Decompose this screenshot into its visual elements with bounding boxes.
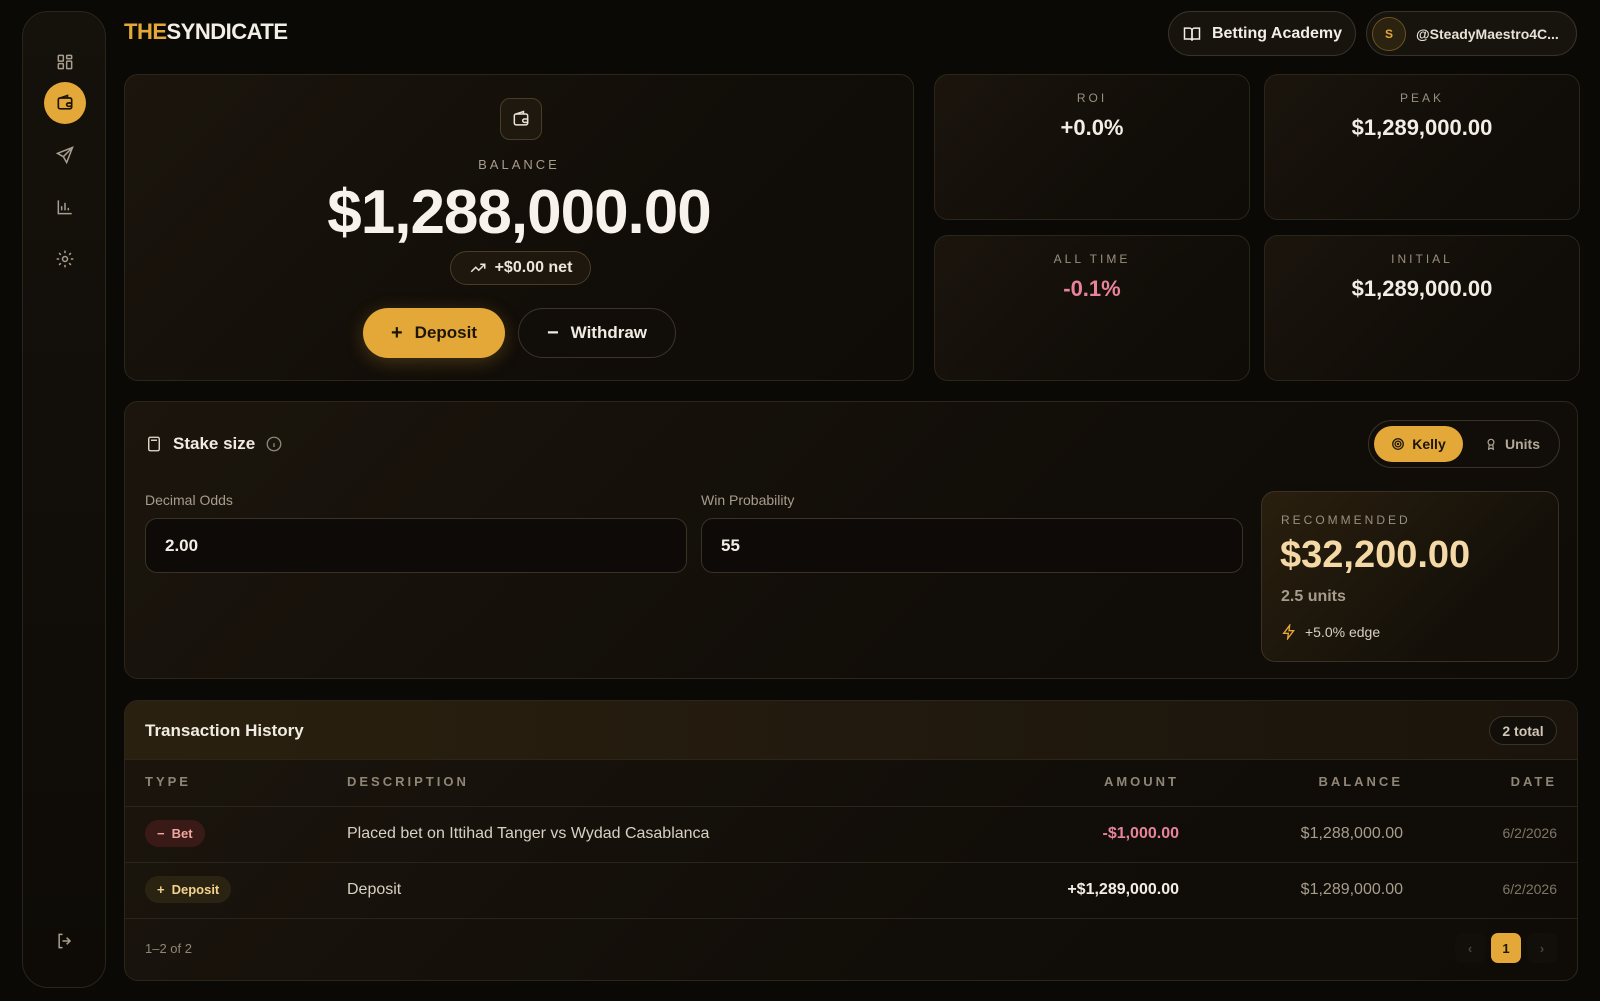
page-button-1[interactable]: 1: [1491, 933, 1521, 963]
award-icon: [1487, 438, 1495, 451]
stat-roi: ROI +0.0%: [934, 74, 1250, 220]
bar-chart-icon: [57, 200, 72, 215]
recommended-amount: $32,200.00: [1280, 534, 1471, 576]
net-change-badge: +$0.00 net: [450, 251, 591, 285]
decimal-odds-input[interactable]: [145, 518, 687, 573]
transaction-header: Transaction History 2 total: [125, 701, 1577, 760]
stat-all-time: ALL TIME -0.1%: [934, 235, 1250, 381]
column-description: DESCRIPTION: [347, 774, 469, 789]
balance-value: $1,288,000.00: [327, 178, 712, 247]
wallet-badge: [500, 98, 542, 140]
target-icon: [1392, 438, 1405, 450]
type-badge-deposit: + Deposit: [145, 876, 232, 903]
betting-academy-button[interactable]: Betting Academy: [1168, 11, 1356, 56]
calculator-icon: [148, 436, 160, 452]
column-amount: AMOUNT: [1103, 774, 1179, 789]
brand-logo[interactable]: THESYNDICATE: [124, 19, 288, 45]
nav-analytics[interactable]: [44, 186, 86, 228]
recommended-stake-card: RECOMMENDED $32,200.00 2.5 units +5.0% e…: [1261, 491, 1559, 662]
stake-mode-toggle: Kelly Units: [1368, 420, 1560, 468]
plus-icon: +: [390, 322, 403, 344]
next-page-button[interactable]: ›: [1527, 933, 1557, 963]
info-icon[interactable]: [265, 435, 283, 453]
book-icon: [1183, 26, 1201, 41]
nav-send[interactable]: [44, 134, 86, 176]
sidebar: [22, 11, 106, 988]
pagination-range: 1–2 of 2: [145, 941, 192, 956]
prev-page-button[interactable]: ‹: [1455, 933, 1485, 963]
trending-up-icon: [470, 263, 486, 273]
stat-peak: PEAK $1,289,000.00: [1264, 74, 1580, 220]
wallet-icon: [513, 110, 529, 126]
toggle-units[interactable]: Units: [1469, 426, 1555, 462]
logout-button[interactable]: [44, 920, 86, 962]
avatar: S: [1372, 16, 1406, 51]
plus-icon: +: [157, 882, 165, 897]
odds-label: Decimal Odds: [145, 492, 233, 508]
lightning-icon: [1282, 624, 1295, 640]
column-date: DATE: [1510, 774, 1557, 789]
stat-initial: INITIAL $1,289,000.00: [1264, 235, 1580, 381]
total-count-badge: 2 total: [1489, 716, 1557, 745]
nav-settings[interactable]: [44, 238, 86, 280]
toggle-kelly[interactable]: Kelly: [1374, 426, 1463, 462]
column-type: TYPE: [145, 774, 191, 789]
wallet-icon: [57, 94, 73, 110]
transaction-history-card: Transaction History 2 total TYPE DESCRIP…: [124, 700, 1578, 981]
recommended-units: 2.5 units: [1281, 588, 1346, 605]
minus-icon: −: [157, 826, 165, 841]
academy-label: Betting Academy: [1211, 24, 1343, 42]
nav-dashboard[interactable]: [44, 41, 86, 83]
deposit-button[interactable]: + Deposit: [363, 308, 505, 358]
minus-icon: −: [546, 322, 559, 344]
edge-indicator: +5.0% edge: [1281, 624, 1380, 640]
username: @SteadyMaestro4C...: [1416, 25, 1559, 42]
probability-label: Win Probability: [701, 492, 795, 508]
win-probability-input[interactable]: [701, 518, 1243, 573]
type-badge-bet: − Bet: [145, 820, 205, 847]
balance-label: BALANCE: [478, 157, 560, 172]
stake-size-card: Stake size Kelly Units Decimal Odds Win …: [124, 401, 1578, 679]
withdraw-button[interactable]: − Withdraw: [518, 308, 676, 358]
stake-title: Stake size: [145, 434, 283, 454]
grid-icon: [57, 54, 73, 70]
user-menu-button[interactable]: S @SteadyMaestro4C...: [1366, 11, 1577, 56]
nav-wallet[interactable]: [44, 82, 86, 124]
balance-card: BALANCE $1,288,000.00 +$0.00 net + Depos…: [124, 74, 914, 381]
gear-icon: [56, 250, 74, 268]
logout-icon: [58, 933, 72, 949]
column-balance: BALANCE: [1318, 774, 1403, 789]
send-icon: [55, 146, 74, 165]
